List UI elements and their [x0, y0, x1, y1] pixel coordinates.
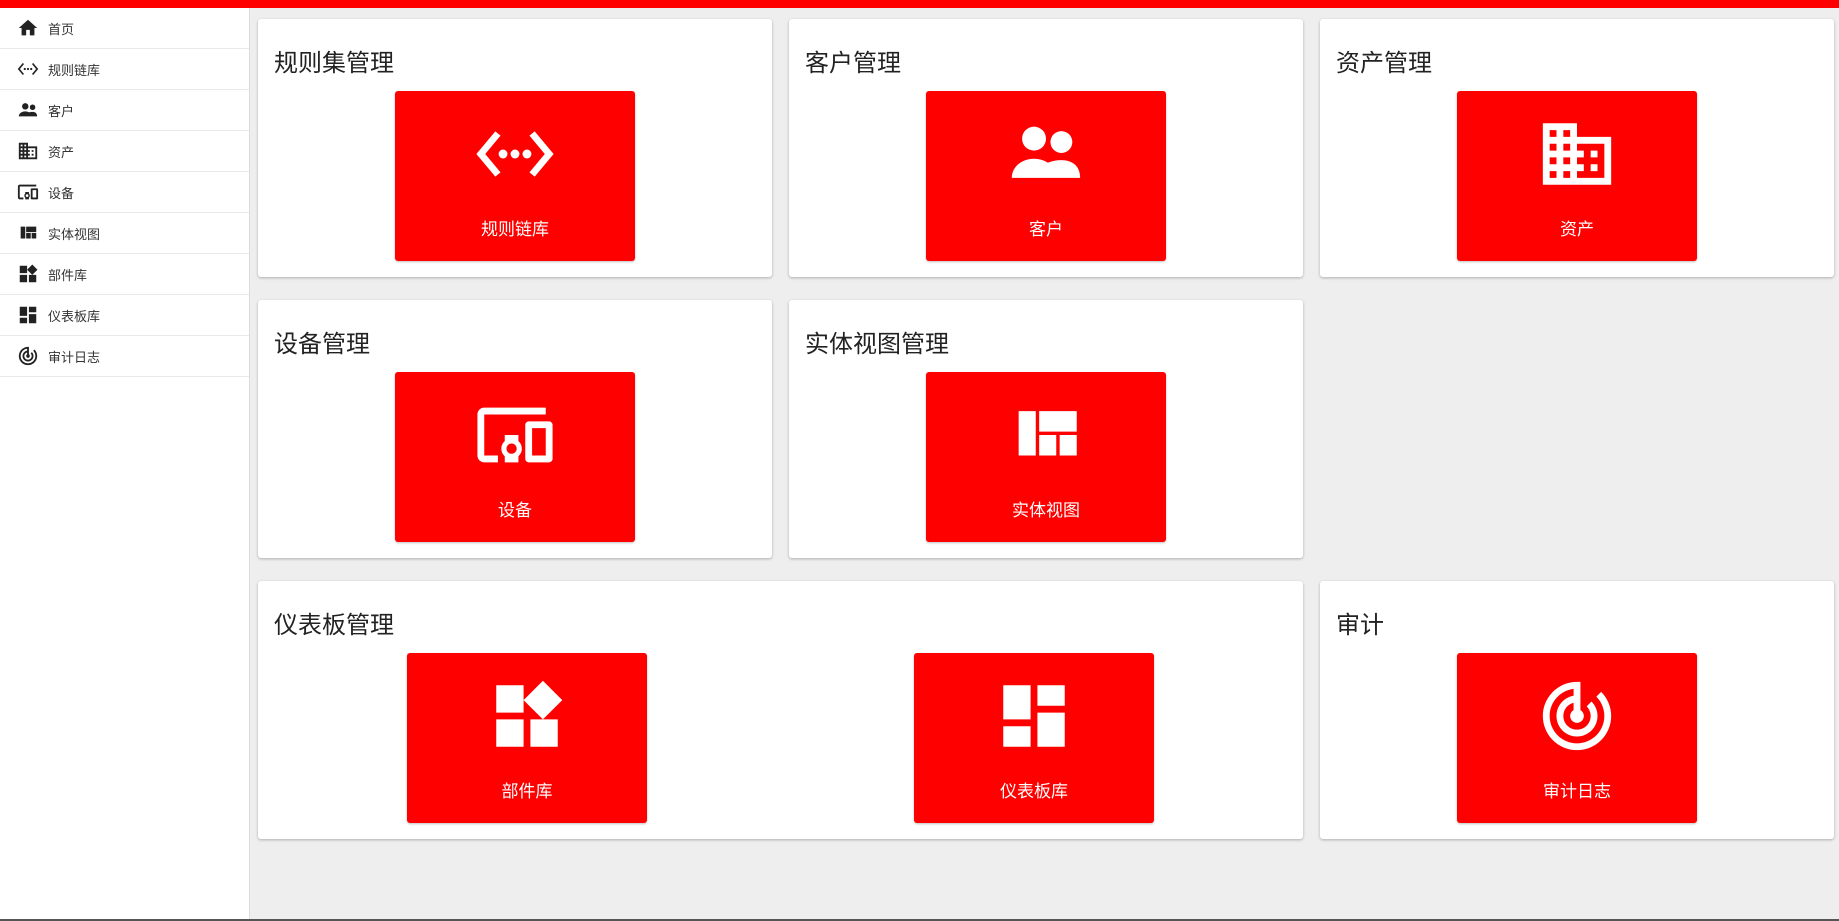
- tile-label: 仪表板库: [1000, 782, 1068, 802]
- card-title: 设备管理: [274, 330, 370, 358]
- sidebar-item-entity-views[interactable]: 实体视图: [0, 213, 249, 254]
- tile-label: 实体视图: [1012, 501, 1080, 521]
- view-quilt-icon: [926, 394, 1166, 476]
- tile-assets[interactable]: 资产: [1457, 91, 1697, 261]
- code-brackets-icon: [17, 58, 39, 80]
- card-title: 仪表板管理: [274, 611, 394, 639]
- building-icon: [17, 140, 39, 162]
- card-title: 客户管理: [805, 49, 901, 77]
- tile-label: 客户: [1029, 220, 1063, 240]
- tile-rule-chains[interactable]: 规则链库: [395, 91, 635, 261]
- widgets-icon: [407, 675, 647, 757]
- sidebar-item-label: 资产: [48, 145, 75, 161]
- sidebar-item-customers[interactable]: 客户: [0, 90, 249, 131]
- sidebar-item-label: 审计日志: [48, 350, 101, 366]
- card-audit: 审计 审计日志: [1320, 581, 1834, 839]
- sidebar-item-home[interactable]: 首页: [0, 8, 249, 49]
- widgets-icon: [17, 263, 39, 285]
- tile-label: 审计日志: [1543, 782, 1611, 802]
- tile-dashboards-library[interactable]: 仪表板库: [914, 653, 1154, 823]
- people-icon: [17, 99, 39, 121]
- track-changes-icon: [1457, 675, 1697, 757]
- view-quilt-icon: [17, 222, 39, 244]
- home-icon: [17, 17, 39, 39]
- sidebar-item-assets[interactable]: 资产: [0, 131, 249, 172]
- sidebar-item-label: 客户: [48, 104, 75, 120]
- tile-audit-logs[interactable]: 审计日志: [1457, 653, 1697, 823]
- card-entity-view-management: 实体视图管理 实体视图: [789, 300, 1303, 558]
- sidebar-item-label: 规则链库: [48, 63, 101, 79]
- sidebar-item-widgets[interactable]: 部件库: [0, 254, 249, 295]
- sidebar-item-label: 部件库: [48, 268, 88, 284]
- tile-devices[interactable]: 设备: [395, 372, 635, 542]
- card-title: 实体视图管理: [805, 330, 949, 358]
- card-rulechain-management: 规则集管理 规则链库: [258, 19, 772, 277]
- sidebar-item-audit-logs[interactable]: 审计日志: [0, 336, 249, 377]
- sidebar-item-devices[interactable]: 设备: [0, 172, 249, 213]
- card-title: 规则集管理: [274, 49, 394, 77]
- devices-icon: [17, 181, 39, 203]
- dashboard-icon: [914, 675, 1154, 757]
- top-accent-bar: [0, 0, 1839, 8]
- sidebar-nav: 首页 规则链库 客户 资产 设备 实体视图 部件库 仪表板库 审计日志: [0, 8, 250, 919]
- sidebar-item-dashboards[interactable]: 仪表板库: [0, 295, 249, 336]
- tile-entity-views[interactable]: 实体视图: [926, 372, 1166, 542]
- tile-customers[interactable]: 客户: [926, 91, 1166, 261]
- card-dashboard-management: 仪表板管理 部件库 仪表板库: [258, 581, 1303, 839]
- card-customer-management: 客户管理 客户: [789, 19, 1303, 277]
- track-changes-icon: [17, 345, 39, 367]
- code-brackets-icon: [395, 113, 635, 195]
- tile-label: 规则链库: [481, 220, 549, 240]
- card-asset-management: 资产管理 资产: [1320, 19, 1834, 277]
- sidebar-item-label: 设备: [48, 186, 75, 202]
- building-icon: [1457, 113, 1697, 195]
- card-device-management: 设备管理 设备: [258, 300, 772, 558]
- devices-icon: [395, 394, 635, 476]
- sidebar-item-label: 实体视图: [48, 227, 101, 243]
- sidebar-item-label: 首页: [48, 22, 75, 38]
- tile-label: 部件库: [501, 782, 553, 802]
- sidebar-item-label: 仪表板库: [48, 309, 101, 325]
- dashboard-icon: [17, 304, 39, 326]
- sidebar-item-rulechains[interactable]: 规则链库: [0, 49, 249, 90]
- people-icon: [926, 113, 1166, 195]
- card-title: 资产管理: [1336, 49, 1432, 77]
- card-title: 审计: [1336, 611, 1384, 639]
- tile-label: 设备: [498, 501, 532, 521]
- tile-widgets-library[interactable]: 部件库: [407, 653, 647, 823]
- tile-label: 资产: [1560, 220, 1594, 240]
